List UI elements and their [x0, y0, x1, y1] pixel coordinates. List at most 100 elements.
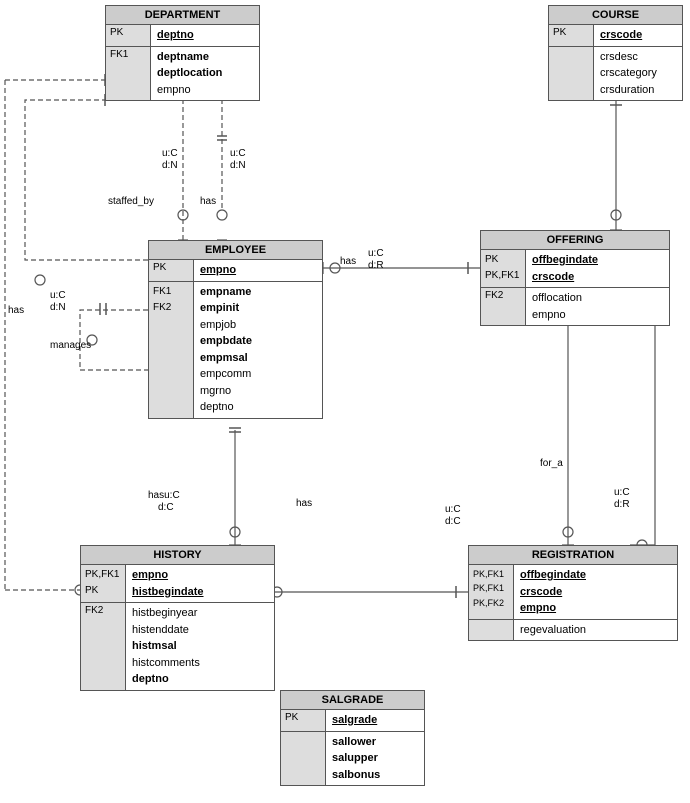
- sal-pk-fields: salgrade: [326, 710, 383, 731]
- emp-field-empbdate: empbdate: [200, 333, 252, 350]
- sal-attr-label: [281, 732, 326, 786]
- dept-pk-label: PK: [106, 25, 151, 46]
- emp-attr-fields: empname empinit empjob empbdate empmsal …: [194, 282, 258, 418]
- emp-fk-label: FK1 FK2: [149, 282, 194, 418]
- employee-entity: EMPLOYEE PK empno FK1 FK2 empname empini…: [148, 240, 323, 419]
- salgrade-entity: SALGRADE PK salgrade sallower salupper s…: [280, 690, 425, 786]
- registration-entity: REGISTRATION PK,FK1 PK,FK1 PK,FK2 offbeg…: [468, 545, 678, 641]
- emp-field-empjob: empjob: [200, 317, 252, 334]
- sal-attr-fields: sallower salupper salbonus: [326, 732, 386, 786]
- label-uc-off-reg: u:C: [445, 504, 461, 515]
- hist-field-histbeginyear: histbeginyear: [132, 605, 200, 622]
- emp-pk-label: PK: [149, 260, 194, 281]
- label-uc-emp-off: u:C: [368, 248, 384, 259]
- hist-pk-label: PK,FK1 PK: [81, 565, 126, 602]
- off-field-offlocation: offlocation: [532, 290, 582, 307]
- course-pk-label: PK: [549, 25, 594, 46]
- label-dc: d:C: [158, 502, 174, 513]
- label-uc-manages: u:C: [50, 290, 66, 301]
- label-has-emp-off: has: [340, 256, 356, 267]
- emp-field-mgrno: mgrno: [200, 383, 252, 400]
- dept-pk-fields: deptno: [151, 25, 200, 46]
- hist-attr-fields: histbeginyear histenddate histmsal histc…: [126, 603, 206, 690]
- reg-attr-label: [469, 620, 514, 641]
- dept-fk-label: FK1: [106, 47, 151, 101]
- history-title: HISTORY: [81, 546, 274, 565]
- dept-field-deptlocation: deptlocation: [157, 65, 222, 82]
- reg-field-crscode: crscode: [520, 586, 562, 598]
- hist-field-histenddate: histenddate: [132, 622, 200, 639]
- label-uc-dept-top2: u:C: [162, 148, 178, 159]
- course-field-crsdesc: crsdesc: [600, 49, 657, 66]
- reg-field-offbegindate: offbegindate: [520, 569, 586, 581]
- label-dr-emp-off: d:R: [368, 260, 384, 271]
- hist-field-histmsal: histmsal: [132, 638, 200, 655]
- emp-field-empinit: empinit: [200, 300, 252, 317]
- employee-title: EMPLOYEE: [149, 241, 322, 260]
- course-field-crscode: crscode: [600, 29, 642, 41]
- hist-field-histbegindate: histbegindate: [132, 586, 204, 598]
- label-has-hist-reg: has: [296, 498, 312, 509]
- label-uc-dept-top1: u:C: [230, 148, 246, 159]
- emp-pk-fields: empno: [194, 260, 242, 281]
- emp-field-deptno: deptno: [200, 399, 252, 416]
- emp-field-empmsal: empmsal: [200, 350, 252, 367]
- registration-title: REGISTRATION: [469, 546, 677, 565]
- off-field-offbegindate: offbegindate: [532, 254, 598, 266]
- reg-field-regevaluation: regevaluation: [520, 622, 586, 639]
- off-attr-fields: offlocation empno: [526, 288, 588, 325]
- off-fk2-label: FK2: [481, 288, 526, 325]
- emp-field-empno: empno: [200, 264, 236, 276]
- course-field-crsduration: crsduration: [600, 82, 657, 99]
- label-uc-reg-off: u:C: [614, 487, 630, 498]
- offering-entity: OFFERING PK PK,FK1 offbegindate crscode …: [480, 230, 670, 326]
- label-has-left: has: [8, 305, 24, 316]
- sal-field-salbonus: salbonus: [332, 767, 380, 784]
- off-pk-fields: offbegindate crscode: [526, 250, 604, 287]
- emp-field-empcomm: empcomm: [200, 366, 252, 383]
- offering-title: OFFERING: [481, 231, 669, 250]
- diagram-container: COURSE PK crscode crsdesc crscategory cr…: [0, 0, 690, 803]
- off-pk-label: PK PK,FK1: [481, 250, 526, 287]
- dept-field-deptno: deptno: [157, 29, 194, 41]
- hist-pk-fields: empno histbegindate: [126, 565, 210, 602]
- hist-field-histcomments: histcomments: [132, 655, 200, 672]
- sal-field-salupper: salupper: [332, 750, 380, 767]
- history-entity: HISTORY PK,FK1 PK empno histbegindate FK…: [80, 545, 275, 691]
- reg-field-empno: empno: [520, 602, 556, 614]
- reg-attr-fields: regevaluation: [514, 620, 592, 641]
- sal-pk-label: PK: [281, 710, 326, 731]
- dept-field-empno: empno: [157, 82, 222, 99]
- label-hasu-c: hasu:C: [148, 490, 180, 501]
- department-entity: DEPARTMENT PK deptno FK1 deptname deptlo…: [105, 5, 260, 101]
- dept-field-deptname: deptname: [157, 49, 222, 66]
- emp-field-empname: empname: [200, 284, 252, 301]
- label-dc-off-reg: d:C: [445, 516, 461, 527]
- label-for-a: for_a: [540, 458, 563, 469]
- off-field-crscode: crscode: [532, 271, 574, 283]
- course-field-crscategory: crscategory: [600, 65, 657, 82]
- label-manages: manages: [50, 340, 91, 351]
- label-dn-dept-top1: d:N: [230, 160, 246, 171]
- label-dn-dept-top2: d:N: [162, 160, 178, 171]
- label-dr-reg-off: d:R: [614, 499, 630, 510]
- hist-fk2-label: FK2: [81, 603, 126, 690]
- label-dn-manages: d:N: [50, 302, 66, 313]
- course-attr-fields: crsdesc crscategory crsduration: [594, 47, 663, 101]
- off-field-empno: empno: [532, 307, 582, 324]
- course-entity: COURSE PK crscode crsdesc crscategory cr…: [548, 5, 683, 101]
- hist-field-deptno: deptno: [132, 671, 200, 688]
- dept-attr-fields: deptname deptlocation empno: [151, 47, 228, 101]
- hist-field-empno: empno: [132, 569, 168, 581]
- course-pk-fields: crscode: [594, 25, 648, 46]
- salgrade-title: SALGRADE: [281, 691, 424, 710]
- course-attr-label: [549, 47, 594, 101]
- label-staffed-by: staffed_by: [108, 196, 154, 207]
- course-title: COURSE: [549, 6, 682, 25]
- sal-field-salgrade: salgrade: [332, 714, 377, 726]
- department-title: DEPARTMENT: [106, 6, 259, 25]
- reg-pk-label: PK,FK1 PK,FK1 PK,FK2: [469, 565, 514, 619]
- label-has-dept-emp: has: [200, 196, 216, 207]
- sal-field-sallower: sallower: [332, 734, 380, 751]
- reg-pk-fields: offbegindate crscode empno: [514, 565, 592, 619]
